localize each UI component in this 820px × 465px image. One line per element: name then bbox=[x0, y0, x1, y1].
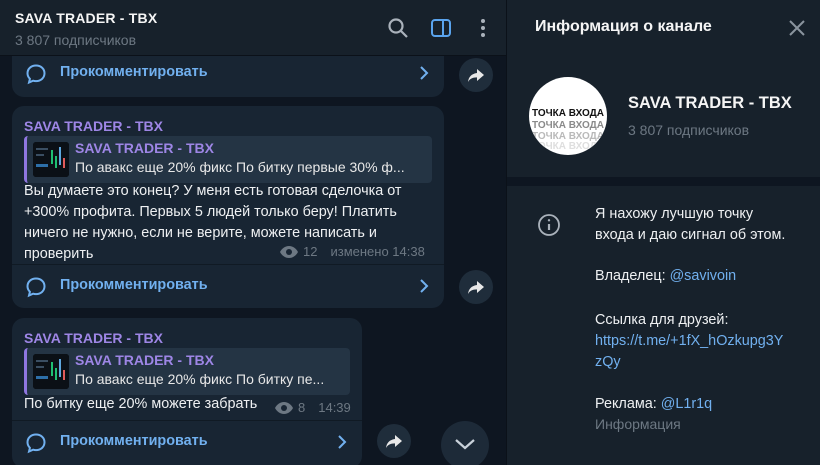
description-line: Я нахожу лучшую точку bbox=[595, 206, 754, 222]
chat-area: Прокомментировать SAVA TRADER - TBX SAVA… bbox=[0, 0, 506, 465]
reply-quote[interactable]: SAVA TRADER - TBX По авакс еще 20% фикс … bbox=[24, 348, 350, 395]
channel-subscribers: 3 807 подписчиков bbox=[628, 122, 750, 138]
reply-quote[interactable]: SAVA TRADER - TBX По авакс еще 20% фикс … bbox=[24, 136, 432, 183]
quote-thumbnail bbox=[33, 354, 69, 389]
message-bubble: SAVA TRADER - TBX SAVA TRADER - TBX По а… bbox=[12, 318, 362, 465]
comment-icon bbox=[26, 277, 46, 298]
comment-label: Прокомментировать bbox=[60, 433, 208, 449]
chevron-right-icon bbox=[338, 435, 347, 449]
view-count: 12 bbox=[303, 244, 318, 259]
chat-title[interactable]: SAVA TRADER - TBX bbox=[15, 10, 157, 26]
friends-link-label: Ссылка для друзей: bbox=[595, 312, 729, 328]
message-author[interactable]: SAVA TRADER - TBX bbox=[24, 118, 163, 134]
message-time: 14:39 bbox=[318, 400, 351, 415]
message-text-line: Вы думаете это конец? У меня есть готова… bbox=[24, 183, 402, 199]
share-button[interactable] bbox=[459, 270, 493, 304]
share-button[interactable] bbox=[459, 58, 493, 92]
channel-info-panel: Информация о канале ТОЧКА ВХОДА ТОЧКА ВХ… bbox=[506, 0, 820, 465]
message-text: По битку еще 20% можете забрать bbox=[24, 396, 258, 412]
channel-name: SAVA TRADER - TBX bbox=[628, 94, 792, 112]
comment-button[interactable]: Прокомментировать bbox=[12, 52, 444, 96]
share-icon bbox=[468, 281, 484, 294]
friends-link-line: zQy bbox=[595, 354, 621, 370]
message-meta: 12 изменено 14:38 bbox=[280, 244, 425, 259]
friends-link-row: Ссылка для друзей: https://t.me/+1fX_hOz… bbox=[595, 310, 783, 373]
sidebar-toggle-icon[interactable] bbox=[430, 17, 452, 39]
description-line: входа и даю сигнал об этом. bbox=[595, 227, 786, 243]
message-author[interactable]: SAVA TRADER - TBX bbox=[24, 330, 163, 346]
message-bubble: SAVA TRADER - TBX SAVA TRADER - TBX По а… bbox=[12, 106, 444, 308]
friends-link-line: https://t.me/+1fX_hOzkupg3Y bbox=[595, 333, 784, 349]
message-meta: 8 14:39 bbox=[275, 400, 351, 415]
chevron-right-icon bbox=[420, 279, 429, 293]
comment-label: Прокомментировать bbox=[60, 64, 208, 80]
share-button[interactable] bbox=[377, 424, 411, 458]
more-vertical-icon[interactable] bbox=[472, 17, 494, 39]
share-icon bbox=[468, 69, 484, 82]
view-count: 8 bbox=[298, 400, 306, 415]
avatar-text: ТОЧКА ВХОДА bbox=[531, 120, 604, 131]
comment-button[interactable]: Прокомментировать bbox=[12, 264, 444, 308]
ads-label: Реклама: bbox=[595, 396, 657, 412]
info-caption: Информация bbox=[595, 416, 681, 432]
info-panel-title: Информация о канале bbox=[535, 18, 712, 35]
quote-author: SAVA TRADER - TBX bbox=[75, 352, 214, 368]
friends-link[interactable]: https://t.me/+1fX_hOzkupg3Y zQy bbox=[595, 331, 783, 373]
channel-description: Я нахожу лучшую точку входа и даю сигнал… bbox=[595, 204, 785, 246]
chevron-down-icon bbox=[455, 439, 475, 450]
chat-subscribers: 3 807 подписчиков bbox=[15, 32, 137, 48]
eye-icon bbox=[280, 245, 298, 258]
comment-button[interactable]: Прокомментировать bbox=[12, 420, 362, 464]
avatar-text: ТОЧКА ВХОДА bbox=[531, 141, 604, 152]
message-text-line: ничего не нужно, если не верите, можете … bbox=[24, 225, 377, 241]
quote-text: По авакс еще 20% фикс По битку первые 30… bbox=[75, 159, 405, 175]
info-icon bbox=[538, 214, 560, 236]
comment-icon bbox=[26, 64, 46, 85]
ads-link[interactable]: @L1r1q bbox=[661, 396, 712, 412]
owner-link[interactable]: @savivoin bbox=[670, 268, 737, 284]
owner-label: Владелец: bbox=[595, 268, 666, 284]
quote-author: SAVA TRADER - TBX bbox=[75, 140, 214, 156]
comment-icon bbox=[26, 433, 46, 454]
quote-thumbnail bbox=[33, 142, 69, 177]
scroll-down-button[interactable] bbox=[441, 421, 489, 465]
message-text-line: +300% профита. Первых 5 людей только бер… bbox=[24, 204, 397, 220]
share-icon bbox=[386, 435, 402, 448]
avatar-text: ТОЧКА ВХОДА bbox=[531, 108, 604, 119]
message-time: изменено 14:38 bbox=[330, 244, 425, 259]
channel-avatar[interactable]: ТОЧКА ВХОДА ТОЧКА ВХОДА ТОЧКА ВХОДА ТОЧК… bbox=[529, 77, 607, 155]
eye-icon bbox=[275, 401, 293, 414]
search-icon[interactable] bbox=[387, 17, 409, 39]
chat-header: SAVA TRADER - TBX 3 807 подписчиков bbox=[0, 0, 506, 56]
close-icon[interactable] bbox=[788, 19, 806, 37]
comment-label: Прокомментировать bbox=[60, 277, 208, 293]
ads-row: Реклама: @L1r1q bbox=[595, 394, 712, 415]
quote-text: По авакс еще 20% фикс По битку пе... bbox=[75, 371, 325, 387]
chevron-right-icon bbox=[420, 66, 429, 80]
section-divider bbox=[507, 177, 820, 186]
owner-row: Владелец: @savivoin bbox=[595, 266, 736, 287]
